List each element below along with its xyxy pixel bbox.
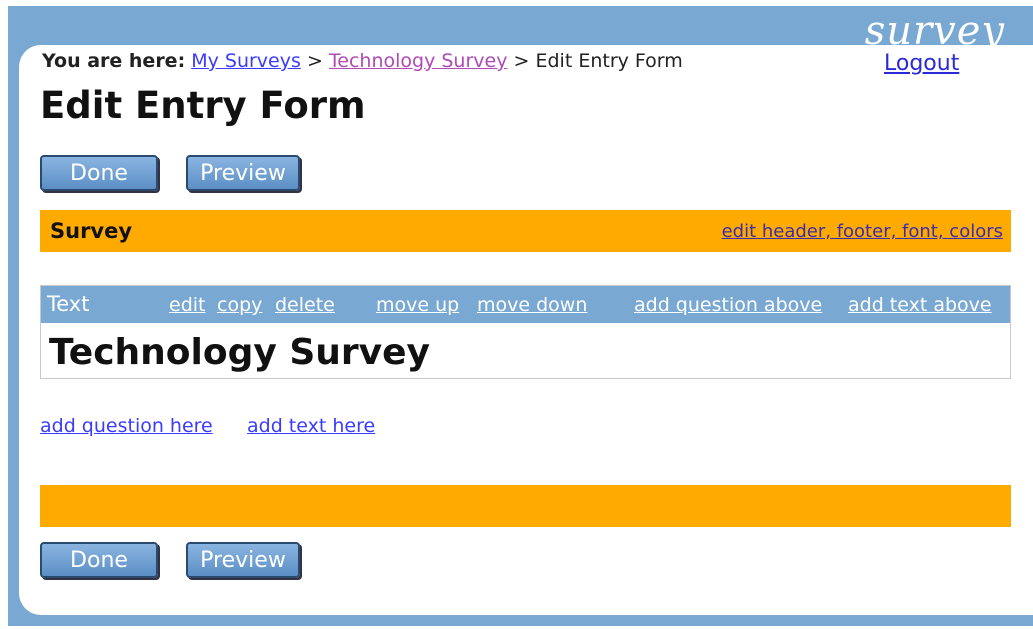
- breadcrumb-my-surveys[interactable]: My Surveys: [191, 50, 301, 72]
- add-question-above-link[interactable]: add question above: [634, 294, 822, 316]
- add-text-here-link[interactable]: add text here: [247, 415, 375, 437]
- edit-link[interactable]: edit: [169, 294, 205, 316]
- breadcrumb-prefix: You are here:: [42, 50, 186, 72]
- page-title: Edit Entry Form: [40, 84, 366, 127]
- move-down-link[interactable]: move down: [477, 294, 587, 316]
- done-button[interactable]: Done: [40, 155, 158, 191]
- breadcrumb-current: Edit Entry Form: [535, 50, 683, 72]
- logout-link[interactable]: Logout: [884, 51, 959, 76]
- preview-button[interactable]: Preview: [186, 542, 300, 578]
- breadcrumb: You are here: My Surveys > Technology Su…: [42, 50, 683, 72]
- copy-link[interactable]: copy: [217, 294, 262, 316]
- breadcrumb-separator: >: [306, 50, 323, 72]
- text-block-type-label: Text: [47, 292, 90, 316]
- text-block-toolbar: Text edit copy delete move up move down …: [41, 286, 1010, 323]
- delete-link[interactable]: delete: [275, 294, 335, 316]
- text-block: Text edit copy delete move up move down …: [40, 285, 1011, 379]
- add-text-above-link[interactable]: add text above: [848, 294, 992, 316]
- move-up-link[interactable]: move up: [376, 294, 459, 316]
- add-question-here-link[interactable]: add question here: [40, 415, 213, 437]
- preview-button[interactable]: Preview: [186, 155, 300, 191]
- breadcrumb-technology-survey[interactable]: Technology Survey: [329, 50, 508, 72]
- breadcrumb-separator: >: [513, 50, 530, 72]
- survey-footer-bar: [40, 485, 1011, 527]
- text-block-content: Technology Survey: [49, 332, 431, 373]
- survey-header-label: Survey: [50, 219, 133, 243]
- done-button[interactable]: Done: [40, 542, 158, 578]
- edit-header-footer-font-colors-link[interactable]: edit header, footer, font, colors: [722, 221, 1003, 242]
- survey-header-bar: Survey edit header, footer, font, colors: [40, 210, 1011, 252]
